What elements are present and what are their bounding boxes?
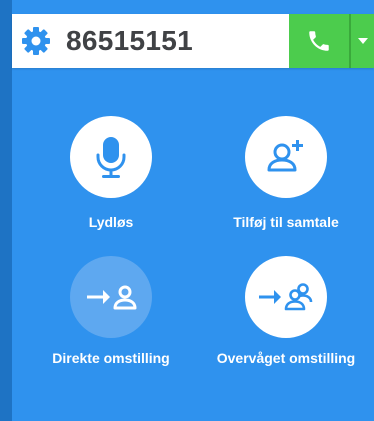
direct-transfer-action[interactable]: Direkte omstilling bbox=[26, 256, 196, 376]
attended-transfer-label: Overvåget omstilling bbox=[216, 350, 356, 366]
caret-down-icon bbox=[357, 38, 368, 44]
direct-transfer-label: Direkte omstilling bbox=[52, 350, 170, 366]
call-panel: 86515151 Lydløs Tilføj til samtale Direk… bbox=[0, 0, 374, 421]
add-to-call-label: Tilføj til samtale bbox=[233, 214, 339, 230]
phone-number-input[interactable]: 86515151 bbox=[66, 24, 193, 58]
mute-label: Lydløs bbox=[88, 214, 134, 230]
gear-icon[interactable] bbox=[21, 26, 51, 56]
attended-transfer-action[interactable]: Overvåget omstilling bbox=[201, 256, 371, 376]
call-button[interactable] bbox=[289, 14, 349, 68]
mute-button[interactable] bbox=[70, 116, 152, 198]
add-to-call-action[interactable]: Tilføj til samtale bbox=[201, 116, 371, 241]
call-options-dropdown[interactable] bbox=[351, 14, 374, 68]
transfer-users-icon bbox=[259, 283, 313, 311]
phone-icon bbox=[309, 31, 329, 51]
add-user-icon bbox=[267, 140, 303, 172]
transfer-user-icon bbox=[87, 285, 137, 310]
direct-transfer-button[interactable] bbox=[70, 256, 152, 338]
microphone-icon bbox=[96, 137, 126, 178]
phone-number-bar: 86515151 bbox=[12, 14, 374, 68]
add-to-call-button[interactable] bbox=[245, 116, 327, 198]
mute-action[interactable]: Lydløs bbox=[26, 116, 196, 241]
attended-transfer-button[interactable] bbox=[245, 256, 327, 338]
